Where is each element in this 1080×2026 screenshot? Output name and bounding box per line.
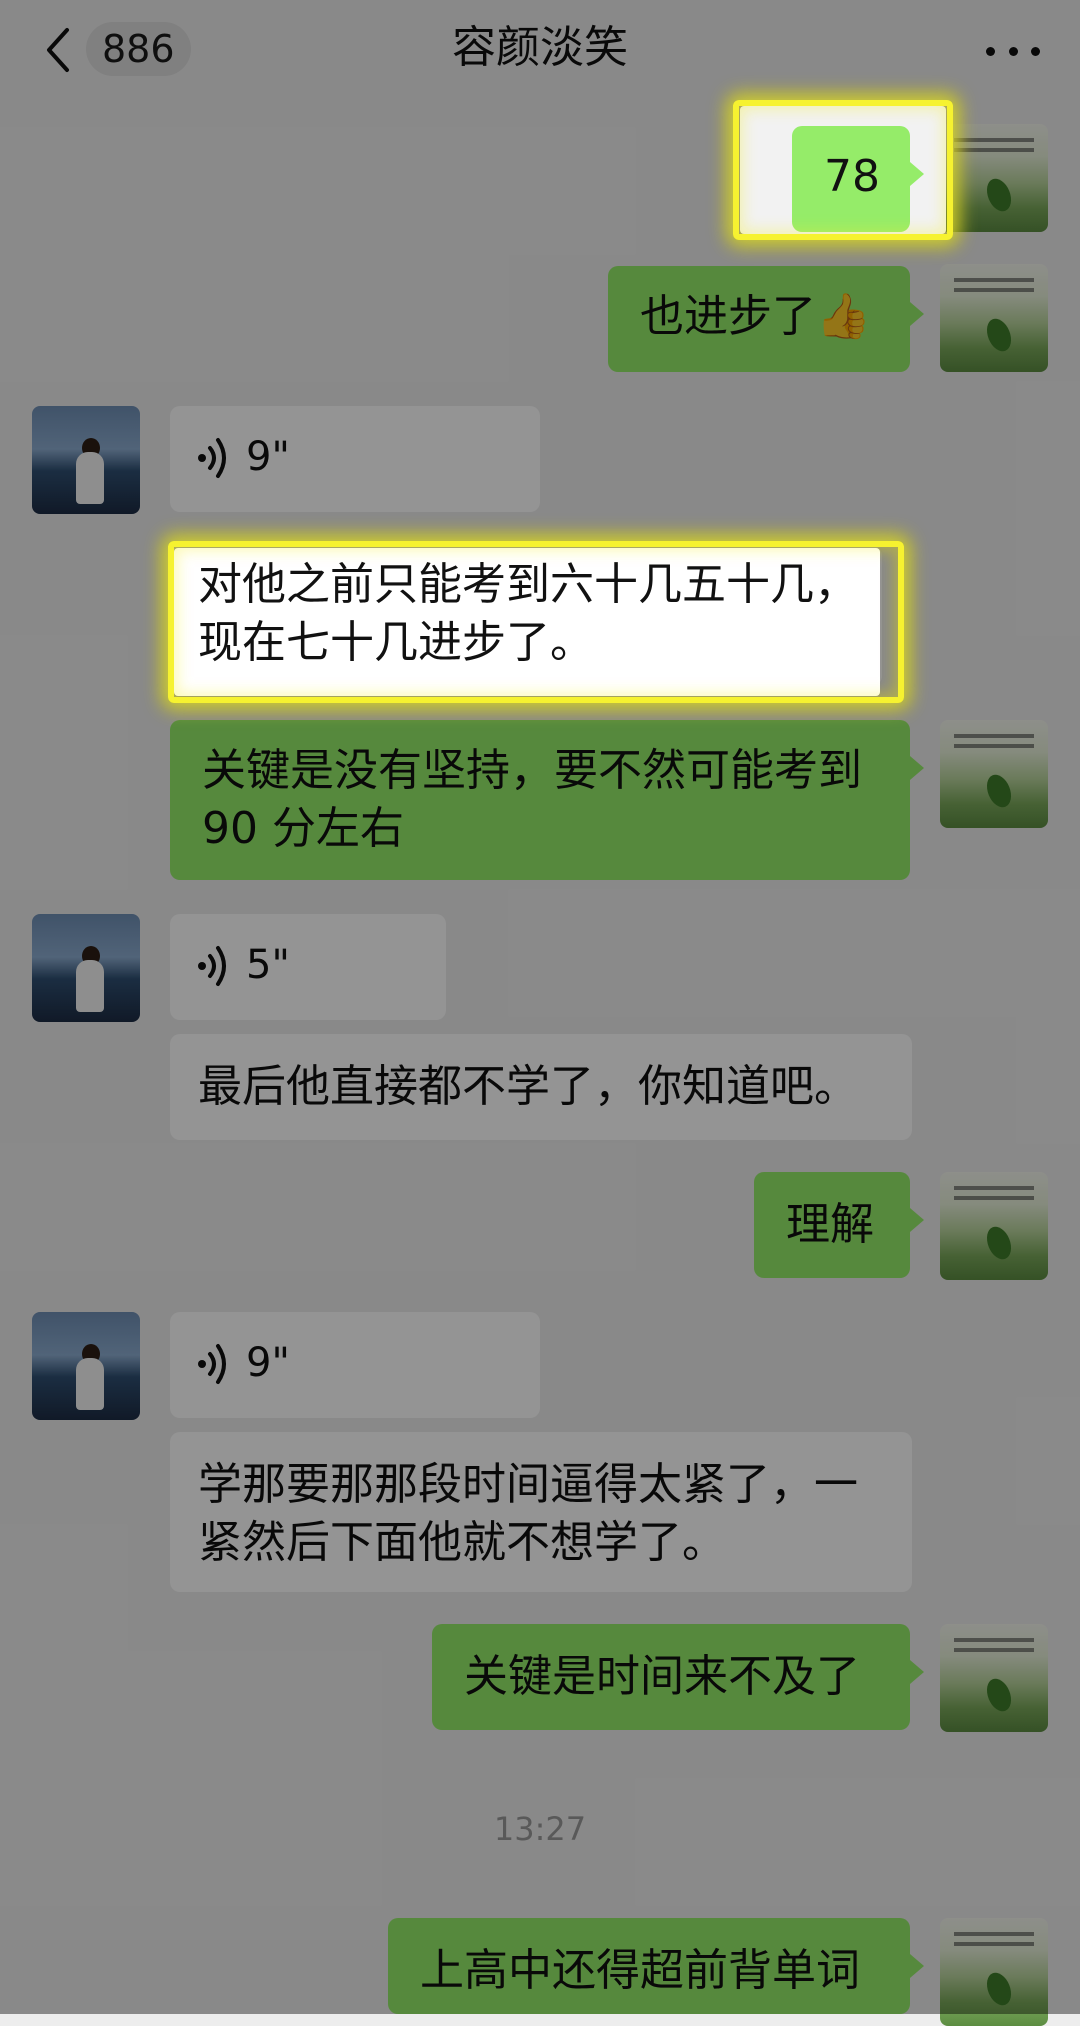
message-text: 78 [824, 151, 880, 202]
voice-duration: 9" [246, 1340, 290, 1386]
message-text: 关键是时间来不及了 [464, 1651, 860, 1702]
voice-message-bubble[interactable]: 9" [170, 1312, 540, 1418]
message-bubble-me[interactable]: 上高中还得超前背单词 [388, 1918, 924, 2014]
message-bubble-other[interactable]: 最后他直接都不学了，你知道吧。 [170, 1034, 912, 1140]
message-text-line: 紧然后下面他就不想学了。 [198, 1517, 726, 1568]
voice-message-bubble[interactable]: 9" [170, 406, 540, 512]
message-text-line: 关键是没有坚持，要不然可能考到 [202, 745, 862, 796]
message-bubble-other[interactable]: 学那要那那段时间逼得太紧了，一 紧然后下面他就不想学了。 [170, 1432, 912, 1592]
voice-icon [198, 946, 226, 986]
message-text: 上高中还得超前背单词 [420, 1945, 860, 1996]
message-bubble-me[interactable]: 也进步了👍 [608, 266, 924, 372]
highlighted-message-bubble[interactable]: 对他之前只能考到六十几五十几， 现在七十几进步了。 [170, 546, 882, 686]
message-bubble-me[interactable]: 理解 [754, 1172, 924, 1278]
message-text: 最后他直接都不学了，你知道吧。 [198, 1061, 858, 1112]
message-text-line: 学那要那那段时间逼得太紧了，一 [198, 1459, 858, 1510]
my-avatar[interactable] [940, 1172, 1048, 1280]
my-avatar[interactable] [940, 1624, 1048, 1732]
voice-duration: 9" [246, 434, 290, 480]
highlighted-message-bubble[interactable]: 78 [792, 126, 924, 232]
contact-avatar[interactable] [32, 1312, 140, 1420]
message-bubble-me[interactable]: 关键是时间来不及了 [432, 1624, 924, 1730]
voice-icon [198, 438, 226, 478]
message-text: 理解 [786, 1199, 874, 1250]
chat-header: 886 容颜淡笑 [0, 0, 1080, 100]
voice-icon [198, 1344, 226, 1384]
message-text-line: 对他之前只能考到六十几五十几， [198, 559, 858, 610]
message-timestamp: 13:27 [493, 1810, 587, 1848]
voice-message-bubble[interactable]: 5" [170, 914, 446, 1020]
message-text-line: 90 分左右 [202, 803, 404, 854]
my-avatar[interactable] [940, 124, 1048, 232]
my-avatar[interactable] [940, 1918, 1048, 2026]
voice-duration: 5" [246, 942, 290, 988]
contact-avatar[interactable] [32, 914, 140, 1022]
message-text: 也进步了👍 [640, 291, 871, 342]
message-bubble-me[interactable]: 关键是没有坚持，要不然可能考到 90 分左右 [170, 720, 924, 880]
my-avatar[interactable] [940, 720, 1048, 828]
more-button[interactable] [986, 36, 1040, 66]
chat-title: 容颜淡笑 [452, 22, 628, 73]
message-text-line: 现在七十几进步了。 [198, 617, 594, 668]
more-dots-icon [986, 46, 995, 56]
contact-avatar[interactable] [32, 406, 140, 514]
my-avatar[interactable] [940, 264, 1048, 372]
